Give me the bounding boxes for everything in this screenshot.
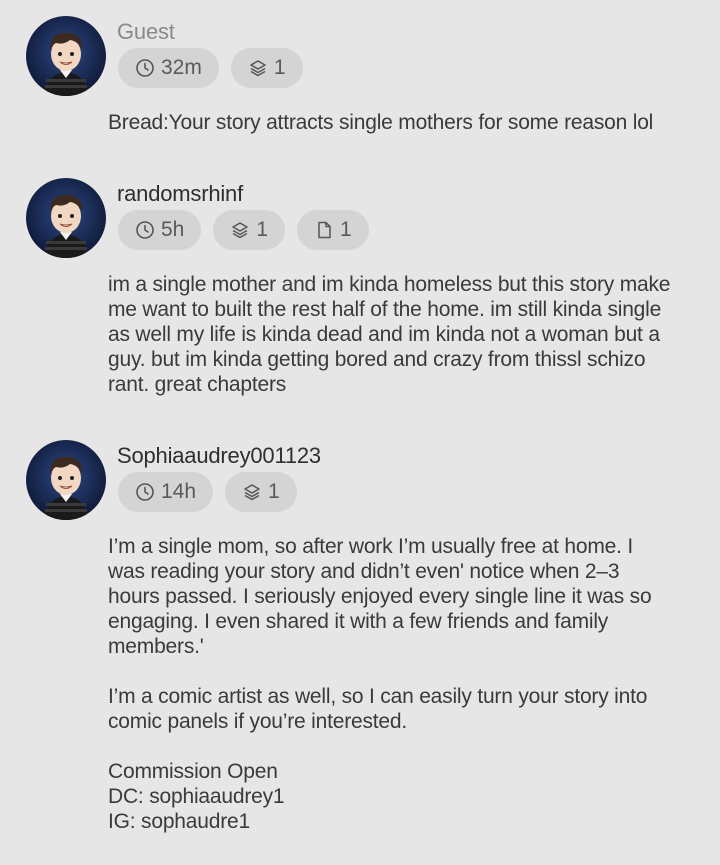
comment-text: Bread:Your story attracts single mothers… bbox=[108, 110, 708, 135]
clock-icon bbox=[135, 482, 155, 502]
layers-value: 1 bbox=[268, 480, 280, 503]
comment-paragraph[interactable]: DC: sophiaaudrey1 bbox=[108, 784, 673, 809]
comment-meta: 32m 1 bbox=[118, 48, 303, 88]
layers-icon bbox=[248, 58, 268, 78]
comment-username[interactable]: randomsrhinf bbox=[117, 180, 243, 208]
comment-paragraph: im a single mother and im kinda homeless… bbox=[108, 273, 671, 396]
pages-badge[interactable]: 1 bbox=[297, 210, 369, 250]
time-badge[interactable]: 5h bbox=[118, 210, 202, 250]
comment-paragraph: I’m a comic artist as well, so I can eas… bbox=[108, 685, 648, 733]
comment-username[interactable]: Guest bbox=[117, 18, 175, 46]
comment-paragraph: Commission Open bbox=[108, 760, 278, 783]
layers-badge[interactable]: 1 bbox=[225, 472, 297, 512]
layers-value: 1 bbox=[273, 56, 286, 79]
user-avatar[interactable] bbox=[26, 178, 106, 258]
clock-icon bbox=[135, 58, 155, 78]
avatar-icon bbox=[26, 440, 106, 520]
clock-icon bbox=[135, 220, 155, 240]
time-value: 32m bbox=[161, 56, 202, 79]
comment-text: im a single mother and im kinda homeless… bbox=[108, 272, 688, 397]
layers-badge[interactable]: 1 bbox=[230, 48, 303, 88]
comment-paragraph[interactable]: IG: sophaudre1 bbox=[108, 809, 673, 834]
user-avatar[interactable] bbox=[26, 440, 106, 520]
avatar-icon bbox=[26, 16, 106, 96]
time-badge[interactable]: 14h bbox=[118, 472, 214, 512]
comment-meta: 14h 1 bbox=[118, 472, 297, 512]
layers-icon bbox=[242, 482, 262, 502]
pages-value: 1 bbox=[340, 218, 352, 241]
layers-value: 1 bbox=[256, 218, 269, 241]
user-avatar[interactable] bbox=[26, 16, 106, 96]
layers-badge[interactable]: 1 bbox=[213, 210, 286, 250]
comment-paragraph: I’m a single mom, so after work I’m usua… bbox=[108, 535, 652, 658]
layers-icon bbox=[230, 220, 250, 240]
page-icon bbox=[314, 220, 334, 240]
comment-paragraph: Bread:Your story attracts single mothers… bbox=[108, 111, 654, 134]
time-value: 5h bbox=[161, 218, 185, 241]
comment-text: I’m a single mom, so after work I’m usua… bbox=[108, 534, 673, 834]
comment-username[interactable]: Sophiaaudrey001123 bbox=[117, 442, 321, 470]
time-badge[interactable]: 32m bbox=[118, 48, 219, 88]
avatar-icon bbox=[26, 178, 106, 258]
time-value: 14h bbox=[161, 480, 197, 503]
comment-meta: 5h 1 1 bbox=[118, 210, 369, 250]
